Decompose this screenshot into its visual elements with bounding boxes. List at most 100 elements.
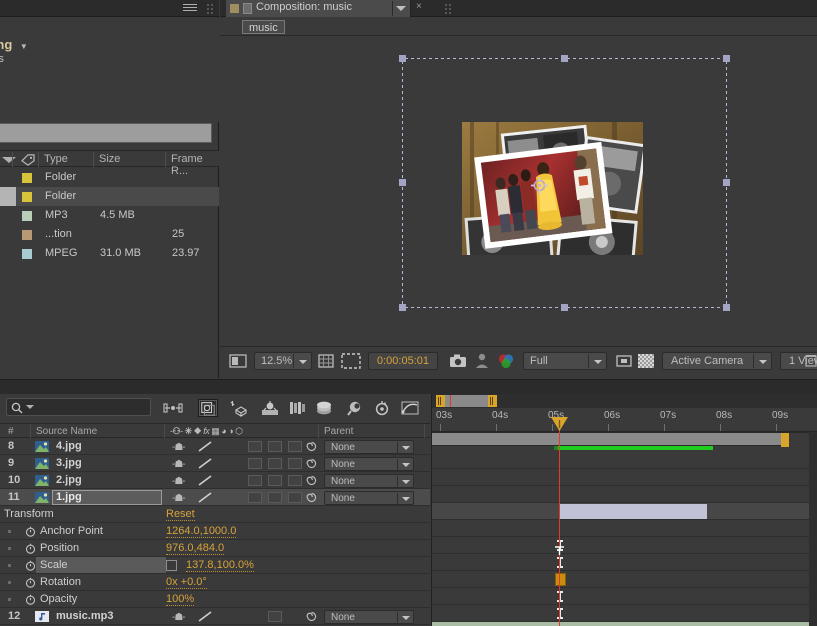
transform-group-row[interactable]: Transform Reset: [0, 506, 430, 523]
chevron-down-icon[interactable]: [402, 616, 410, 620]
table-row[interactable]: 9 3.jpg -☗- None: [0, 455, 430, 472]
motion-blur-switch[interactable]: [268, 492, 282, 503]
project-row[interactable]: Folder: [0, 168, 219, 187]
chevron-down-icon[interactable]: ▼: [20, 42, 28, 51]
chevron-down-icon[interactable]: [594, 360, 602, 364]
layer-name[interactable]: 4.jpg: [56, 440, 82, 452]
person-icon[interactable]: [474, 352, 490, 370]
selection-handle-tr[interactable]: [723, 55, 730, 62]
motion-blur-switch[interactable]: [268, 458, 282, 469]
layer-name[interactable]: 1.jpg: [56, 491, 82, 503]
stopwatch-icon[interactable]: [25, 526, 36, 537]
property-value[interactable]: 137.8,100.0%: [186, 559, 254, 572]
chevron-down-icon[interactable]: [402, 446, 410, 450]
work-area-end-handle[interactable]: [781, 433, 789, 447]
motion-blur-icon[interactable]: [288, 399, 308, 417]
3d-layer-switch[interactable]: [288, 458, 302, 469]
parent-pickwhip-icon[interactable]: [306, 611, 317, 622]
parent-dropdown[interactable]: None: [324, 457, 414, 471]
blend-mode-icon[interactable]: [198, 611, 212, 622]
track-row[interactable]: [432, 469, 817, 486]
navigator-handle-left[interactable]: [436, 395, 445, 407]
channels-icon[interactable]: [496, 352, 516, 370]
timeline-navigator-bar[interactable]: [432, 394, 817, 408]
property-value[interactable]: 1264.0,1000.0: [166, 525, 236, 538]
project-row[interactable]: MP3 4.5 MB: [0, 206, 219, 225]
layer-switches[interactable]: -☗-: [172, 476, 185, 487]
layer-switches[interactable]: -☗-: [172, 442, 185, 453]
chevron-down-icon[interactable]: [299, 360, 307, 364]
track-row[interactable]: [432, 503, 817, 520]
brainstorm-icon[interactable]: [346, 399, 366, 417]
work-area-bar[interactable]: [432, 432, 817, 446]
parent-pickwhip-icon[interactable]: [306, 492, 317, 503]
panel-grip-icon[interactable]: [206, 3, 215, 14]
current-time-display[interactable]: 0:00:05:01: [368, 352, 438, 370]
selection-handle-ml[interactable]: [399, 179, 406, 186]
graph-editor-icon[interactable]: [400, 399, 420, 417]
layer-switches[interactable]: -☗-: [172, 493, 185, 504]
grid-guides-icon[interactable]: [316, 352, 336, 370]
transparency-grid-icon[interactable]: [638, 354, 654, 368]
parent-dropdown[interactable]: None: [324, 491, 414, 505]
table-row[interactable]: 10 2.jpg -☗- None: [0, 472, 430, 489]
chevron-down-icon[interactable]: [402, 497, 410, 501]
layer-name[interactable]: 3.jpg: [56, 457, 82, 469]
alpha-boundary-icon[interactable]: [614, 352, 634, 370]
track-row[interactable]: [432, 605, 817, 622]
navigator-handle-right[interactable]: [488, 395, 497, 407]
selection-handle-mr[interactable]: [723, 179, 730, 186]
stopwatch-icon[interactable]: [25, 560, 36, 571]
table-row[interactable]: 8 4.jpg -☗- None: [0, 438, 430, 455]
pixel-aspect-icon[interactable]: [804, 352, 817, 370]
breadcrumb[interactable]: music: [242, 20, 285, 34]
time-ruler[interactable]: 03s 04s 05s 06s 07s 08s 09s: [432, 408, 817, 432]
stopwatch-icon[interactable]: [25, 543, 36, 554]
property-row[interactable]: Position 976.0,484.0: [0, 540, 430, 557]
project-row[interactable]: p4 MPEG 31.0 MB 23.97: [0, 244, 219, 263]
frame-blend-switch[interactable]: [248, 441, 262, 452]
layer-switches[interactable]: -☗-: [172, 612, 185, 623]
transform-reset-link[interactable]: Reset: [166, 508, 195, 521]
parent-pickwhip-icon[interactable]: [306, 441, 317, 452]
parent-pickwhip-icon[interactable]: [306, 458, 317, 469]
property-value[interactable]: 100%: [166, 593, 194, 606]
always-preview-icon[interactable]: [228, 352, 248, 370]
project-search-input[interactable]: [0, 123, 212, 143]
track-row[interactable]: [432, 571, 817, 588]
track-row[interactable]: [432, 537, 817, 554]
audio-duration-bar[interactable]: [432, 622, 817, 626]
camera-icon[interactable]: [448, 352, 468, 370]
layer-duration-bar[interactable]: [559, 504, 707, 519]
region-of-interest-icon[interactable]: [340, 352, 362, 370]
track-row[interactable]: [432, 452, 817, 469]
photo-collage-layer[interactable]: [462, 122, 643, 255]
parent-pickwhip-icon[interactable]: [306, 475, 317, 486]
motion-blur-switch[interactable]: [268, 611, 282, 622]
scale-link-checkbox[interactable]: [166, 560, 177, 571]
selection-handle-tl[interactable]: [399, 55, 406, 62]
chevron-down-icon[interactable]: [759, 360, 767, 364]
panel-menu-icon[interactable]: [183, 4, 197, 13]
column-header-parent[interactable]: Parent: [324, 426, 353, 437]
project-row[interactable]: Folder: [0, 187, 219, 206]
composition-canvas[interactable]: [220, 38, 817, 345]
composition-mini-flowchart-icon[interactable]: [163, 399, 183, 417]
property-row[interactable]: Rotation 0x +0.0°: [0, 574, 430, 591]
frame-blending-icon[interactable]: [260, 399, 280, 417]
layer-switches[interactable]: -☗-: [172, 459, 185, 470]
track-row[interactable]: [432, 622, 817, 626]
frame-blend-switch[interactable]: [248, 458, 262, 469]
playhead-icon[interactable]: [550, 416, 569, 432]
zoom-dropdown[interactable]: 12.5%: [254, 352, 312, 370]
track-row[interactable]: [432, 588, 817, 605]
column-header-type[interactable]: Type: [44, 153, 68, 165]
3d-layer-switch[interactable]: [288, 492, 302, 503]
table-row[interactable]: 12 music.mp3 -☗- None: [0, 608, 430, 625]
project-row[interactable]: ...tion 25: [0, 225, 219, 244]
property-value[interactable]: 976.0,484.0: [166, 542, 224, 555]
stopwatch-icon[interactable]: [25, 577, 36, 588]
property-value[interactable]: 0x +0.0°: [166, 576, 207, 589]
timeline-vertical-scrollbar[interactable]: [809, 432, 817, 626]
blend-mode-icon[interactable]: [198, 458, 212, 469]
